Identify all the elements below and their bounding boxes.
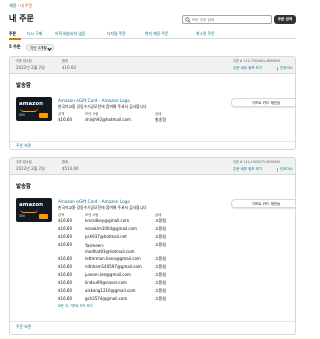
order-placed-date: 2022년 2월 2일 bbox=[16, 65, 45, 70]
order-details-link[interactable]: 주문 세부 정보 보기 bbox=[233, 167, 262, 171]
gift-amount: $16.60 bbox=[58, 242, 72, 247]
product-title-link[interactable]: Amazon eGift Card - Amazon Logo bbox=[58, 199, 130, 204]
gift-status: 고환됨 bbox=[155, 234, 167, 239]
gift-recipient: nithham140597@gmail.com bbox=[85, 264, 142, 269]
order-tabs: 주문 다시 구매 아직 배송되지 않음 디지털 주문 현지 매장 주문 취소된 … bbox=[9, 31, 296, 40]
recipient-header: 보낸 사람 bbox=[85, 213, 99, 217]
page-title: 내 주문 bbox=[9, 14, 34, 23]
status-header: 상태 bbox=[155, 213, 162, 217]
tab-local-store-orders[interactable]: 현지 매장 주문 bbox=[145, 31, 168, 37]
breadcrumb-account-link[interactable]: 계정 bbox=[9, 3, 16, 8]
gift-recipient: juneon.lee@gmail.com bbox=[85, 272, 131, 277]
resend-gift-card-button[interactable]: 기프트 카드 재전송 bbox=[231, 98, 295, 107]
search-icon bbox=[185, 17, 191, 23]
order-search-box bbox=[182, 15, 272, 24]
status-header: 상태 bbox=[155, 112, 162, 116]
order-header: 주문 접수됨 2022년 2월 2일 합계 $514.60 주문 # 112-1… bbox=[10, 158, 295, 175]
order-header: 주문 접수됨 2022년 2월 2일 합계 $16.60 주문 # 112-75… bbox=[10, 57, 295, 74]
order-card: 주문 접수됨 2022년 2월 2일 합계 $16.60 주문 # 112-75… bbox=[9, 56, 296, 150]
gift-status: 고환됨 bbox=[155, 288, 167, 293]
gift-recipient: psh937@hotmail.net bbox=[85, 234, 127, 239]
gift-recipient: sonakim1004@gmail.com bbox=[85, 226, 137, 231]
tab-orders[interactable]: 주문 bbox=[9, 31, 16, 37]
shipment-status: 발송함 bbox=[16, 184, 31, 190]
link-divider bbox=[277, 67, 278, 71]
gift-recipient: alskang1210@gmail.com bbox=[85, 288, 136, 293]
shipment-status: 발송함 bbox=[16, 83, 31, 89]
gift-status: 고환됨 bbox=[155, 296, 167, 301]
order-number: 주문 # 112-7553061-4609025 bbox=[233, 59, 281, 63]
gift-amount: $16.60 bbox=[58, 296, 72, 301]
order-placed-label: 주문 접수됨 bbox=[16, 59, 32, 63]
amount-header: 금액 bbox=[58, 112, 65, 116]
gift-recipient: letterman.hana@gmail.com bbox=[85, 256, 141, 261]
gift-amount: $16.60 bbox=[58, 218, 72, 223]
resend-gift-card-button[interactable]: 기프트 카드 재전송 bbox=[231, 199, 295, 208]
breadcrumb: 계정›내 주문 bbox=[9, 3, 33, 9]
order-placed-date: 2022년 2월 2일 bbox=[16, 166, 45, 171]
order-details-link[interactable]: 주문 세부 정보 보기 bbox=[233, 66, 262, 70]
order-total-value: $514.60 bbox=[62, 166, 79, 171]
active-tab-indicator bbox=[9, 38, 21, 40]
gift-status: 고환됨 bbox=[155, 264, 167, 269]
view-all-gift-cards-link[interactable]: 모든 31 기프트 카드 보기 bbox=[58, 304, 93, 309]
gift-recipient: lindsu99@naver.com bbox=[85, 280, 127, 285]
gift-status: 발송함 bbox=[155, 117, 167, 122]
gift-recipient: shinjh92@hotmail.com bbox=[85, 117, 131, 122]
order-total-value: $16.60 bbox=[62, 65, 76, 70]
gift-recipient: gsh3574@gmail.com bbox=[85, 296, 128, 301]
amount-header: 금액 bbox=[58, 213, 65, 217]
product-title-link[interactable]: Amazon eGift Card - Amazon Logo bbox=[58, 98, 130, 103]
link-divider bbox=[277, 168, 278, 172]
order-total-label: 합계 bbox=[62, 160, 68, 164]
invoice-link[interactable]: 인보이스 bbox=[280, 66, 293, 70]
order-footer: 주문 보관 bbox=[10, 141, 295, 148]
amazon-gift-card-image[interactable]: amazon $50 bbox=[16, 97, 52, 121]
breadcrumb-separator: › bbox=[17, 3, 19, 8]
order-placed-label: 주문 접수됨 bbox=[16, 160, 32, 164]
gift-amount: $16.60 bbox=[58, 226, 72, 231]
gift-status: 고환됨 bbox=[155, 280, 167, 285]
gift-amount: $16.60 bbox=[58, 280, 72, 285]
gift-status: 고환됨 bbox=[155, 226, 167, 231]
gift-amount: $16.60 bbox=[58, 256, 72, 261]
gift-message: 한국어교환 강동수기공모전에 참여해 주셔서 감사합니다 bbox=[58, 104, 147, 109]
gift-status: 고환됨 bbox=[155, 272, 167, 277]
order-search-input[interactable] bbox=[192, 16, 270, 23]
gift-amount: $16.60 bbox=[58, 288, 72, 293]
gift-recipient: krnisdkey@gmail.com bbox=[85, 218, 130, 223]
order-footer: 주문 보관 bbox=[10, 321, 295, 329]
tab-buy-again[interactable]: 다시 구매 bbox=[27, 31, 42, 37]
tab-digital-orders[interactable]: 디지털 주문 bbox=[107, 31, 126, 37]
archive-order-link[interactable]: 주문 보관 bbox=[16, 324, 31, 330]
breadcrumb-current: 내 주문 bbox=[19, 3, 33, 8]
gift-status: 고환됨 bbox=[155, 242, 167, 247]
recipient-header: 보낸 사람 bbox=[85, 112, 99, 116]
gift-status: 고환됨 bbox=[155, 218, 167, 223]
gift-message: 한국어교환 강동수기공모전에 참여해 주셔서 감사합니다 bbox=[58, 205, 147, 210]
gift-status: 고환됨 bbox=[155, 256, 167, 261]
date-range-value: 지난 3개월 bbox=[30, 46, 47, 50]
amazon-gift-card-image[interactable]: amazon $50 bbox=[16, 198, 52, 222]
tab-cancelled-orders[interactable]: 취소된 주문 bbox=[196, 31, 215, 37]
archive-order-link[interactable]: 주문 보관 bbox=[16, 143, 31, 149]
order-count: 5 주문 bbox=[9, 44, 21, 49]
invoice-link[interactable]: 인보이스 bbox=[280, 167, 293, 171]
order-total-label: 합계 bbox=[62, 59, 68, 63]
gift-amount: $16.60 bbox=[58, 234, 72, 239]
gift-amount: $16.60 bbox=[58, 117, 72, 122]
gift-amount: $16.60 bbox=[58, 272, 72, 277]
order-card: 주문 접수됨 2022년 2월 2일 합계 $514.60 주문 # 112-1… bbox=[9, 157, 296, 335]
chevron-down-icon bbox=[47, 46, 52, 51]
gift-recipient: Yasmeen- medhat93@hotmail.com bbox=[85, 243, 135, 254]
order-number: 주문 # 112-1903375-4920045 bbox=[233, 160, 281, 164]
tab-not-yet-shipped[interactable]: 아직 배송되지 않음 bbox=[55, 31, 85, 37]
gift-amount: $16.60 bbox=[58, 264, 72, 269]
search-orders-button[interactable]: 주문 검색 bbox=[274, 15, 296, 24]
date-range-dropdown[interactable]: 지난 3개월 bbox=[26, 44, 54, 51]
